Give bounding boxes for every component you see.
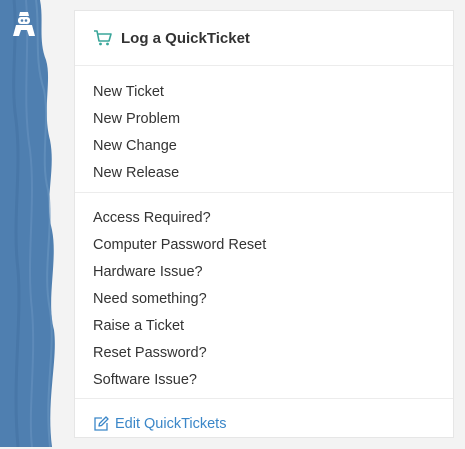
robot-logo-icon[interactable]: [10, 10, 38, 40]
menu-item-computer-password-reset[interactable]: Computer Password Reset: [75, 232, 453, 259]
edit-icon: [93, 416, 109, 432]
menu-item-new-release[interactable]: New Release: [75, 160, 453, 187]
sidebar-brush: [0, 0, 58, 447]
menu-item-reset-password[interactable]: Reset Password?: [75, 340, 453, 367]
edit-quicktickets-link[interactable]: Edit QuickTickets: [75, 399, 453, 449]
panel-title: Log a QuickTicket: [121, 29, 250, 47]
menu-item-new-ticket[interactable]: New Ticket: [75, 79, 453, 106]
menu-item-access-required[interactable]: Access Required?: [75, 205, 453, 232]
ticket-type-group: New Ticket New Problem New Change New Re…: [75, 66, 453, 193]
menu-item-new-problem[interactable]: New Problem: [75, 106, 453, 133]
menu-item-need-something[interactable]: Need something?: [75, 286, 453, 313]
panel-header: Log a QuickTicket: [75, 11, 453, 66]
menu-item-software-issue[interactable]: Software Issue?: [75, 367, 453, 394]
quickticket-panel: Log a QuickTicket New Ticket New Problem…: [74, 10, 454, 438]
menu-item-raise-a-ticket[interactable]: Raise a Ticket: [75, 313, 453, 340]
quickticket-group: Access Required? Computer Password Reset…: [75, 193, 453, 399]
edit-quicktickets-label: Edit QuickTickets: [115, 416, 227, 432]
menu-item-hardware-issue[interactable]: Hardware Issue?: [75, 259, 453, 286]
cart-icon: [93, 29, 113, 47]
menu-item-new-change[interactable]: New Change: [75, 133, 453, 160]
